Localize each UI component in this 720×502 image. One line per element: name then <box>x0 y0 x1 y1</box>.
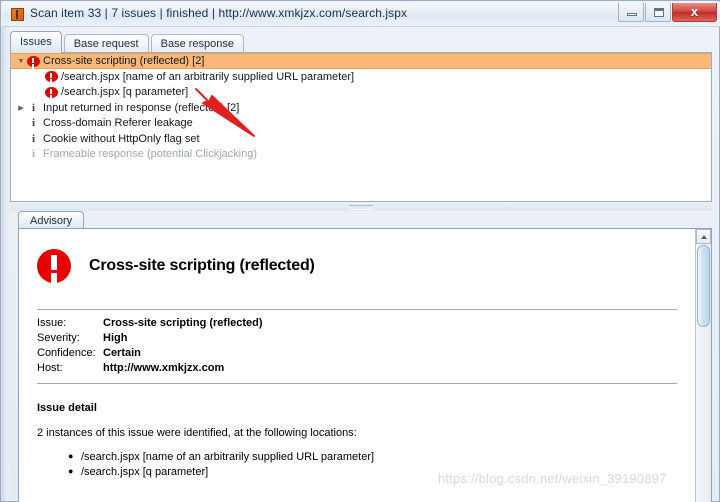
advisory-heading: Cross-site scripting (reflected) <box>89 257 315 274</box>
meta-row-severity: Severity: High <box>37 332 263 347</box>
window-frame: Scan item 33 | 7 issues | finished | htt… <box>0 0 720 502</box>
advisory-meta-table: Issue: Cross-site scripting (reflected) … <box>37 317 263 377</box>
info-icon: i <box>31 101 36 114</box>
meta-key-severity: Severity: <box>37 332 80 344</box>
main-tabstrip: Issues Base request Base response <box>10 31 246 53</box>
tree-spacer-icon: ▶ <box>15 135 27 143</box>
application-window: Scan item 33 | 7 issues | finished | htt… <box>0 0 720 502</box>
meta-row-confidence: Confidence: Certain <box>37 347 263 362</box>
minimize-button[interactable] <box>618 3 644 22</box>
error-icon <box>45 71 58 83</box>
tab-base-response-label: Base response <box>160 38 235 50</box>
tree-row-referer-leakage[interactable]: ▶ i Cross-domain Referer leakage <box>11 116 711 132</box>
tree-row-label: Cookie without HttpOnly flag set <box>43 132 200 145</box>
window-title: Scan item 33 | 7 issues | finished | htt… <box>30 6 408 20</box>
meta-key-host: Host: <box>37 362 63 374</box>
tab-base-response[interactable]: Base response <box>150 34 245 53</box>
tree-spacer-icon: ▶ <box>33 73 45 81</box>
tree-row-label: /search.jspx [q parameter] <box>61 86 189 99</box>
tree-row-label: Input returned in response (reflected) [… <box>43 101 240 114</box>
info-icon: i <box>31 132 36 145</box>
tree-row-xss-instance-2[interactable]: ▶ /search.jspx [q parameter] <box>11 85 711 101</box>
scroll-up-arrow-icon[interactable] <box>696 229 711 244</box>
error-icon-large <box>37 249 71 283</box>
maximize-button[interactable] <box>645 3 671 22</box>
tree-row-input-returned[interactable]: ▶ i Input returned in response (reflecte… <box>11 100 711 116</box>
tree-row-label: /search.jspx [name of an arbitrarily sup… <box>61 70 355 83</box>
window-controls: x <box>617 3 717 22</box>
horizontal-splitter[interactable] <box>10 203 712 211</box>
meta-value-confidence: Certain <box>103 347 141 359</box>
splitter-grip[interactable] <box>349 205 373 210</box>
burp-suite-icon <box>11 8 24 21</box>
close-button[interactable]: x <box>672 3 717 22</box>
advisory-tabstrip: Advisory <box>18 210 85 229</box>
info-icon: i <box>31 117 36 130</box>
issue-locations-list: /search.jspx [name of an arbitrarily sup… <box>19 449 695 480</box>
chevron-down-icon[interactable]: ▼ <box>15 58 27 65</box>
tree-spacer-icon: ▶ <box>15 119 27 127</box>
advisory-divider-top <box>37 309 677 310</box>
meta-value-severity: High <box>103 332 128 344</box>
advisory-content: Cross-site scripting (reflected) Issue: … <box>19 229 695 502</box>
tab-issues-label: Issues <box>20 36 52 48</box>
meta-value-issue: Cross-site scripting (reflected) <box>103 317 263 329</box>
meta-value-host: http://www.xmkjzx.com <box>103 362 225 374</box>
meta-row-issue: Issue: Cross-site scripting (reflected) <box>37 317 263 332</box>
tab-base-request-label: Base request <box>73 38 139 50</box>
tree-row-cookie-httponly[interactable]: ▶ i Cookie without HttpOnly flag set <box>11 131 711 147</box>
tree-row-frameable-response[interactable]: ▶ i Frameable response (potential Clickj… <box>11 147 711 163</box>
meta-key-confidence: Confidence: <box>37 347 96 359</box>
window-left-edge <box>1 27 10 501</box>
issues-tree-panel[interactable]: ▼ Cross-site scripting (reflected) [2] ▶… <box>10 52 712 202</box>
meta-row-host: Host: http://www.xmkjzx.com <box>37 362 263 377</box>
tree-spacer-icon: ▶ <box>33 88 45 96</box>
tree-spacer-icon: ▶ <box>15 150 27 158</box>
advisory-vertical-scrollbar[interactable] <box>695 229 711 502</box>
tab-advisory[interactable]: Advisory <box>18 211 85 229</box>
issue-detail-title: Issue detail <box>37 402 97 414</box>
issues-tree: ▼ Cross-site scripting (reflected) [2] ▶… <box>11 53 711 162</box>
advisory-divider-bottom <box>37 383 677 384</box>
error-icon <box>45 86 58 98</box>
chevron-right-icon[interactable]: ▶ <box>15 104 27 112</box>
advisory-panel: Cross-site scripting (reflected) Issue: … <box>18 228 712 502</box>
list-item: /search.jspx [name of an arbitrarily sup… <box>68 449 695 465</box>
scrollbar-thumb[interactable] <box>697 245 710 327</box>
issue-detail-intro: 2 instances of this issue were identifie… <box>37 427 357 439</box>
tab-advisory-label: Advisory <box>30 215 73 227</box>
tree-row-xss-instance-1[interactable]: ▶ /search.jspx [name of an arbitrarily s… <box>11 69 711 85</box>
close-icon: x <box>690 4 699 19</box>
advisory-header: Cross-site scripting (reflected) <box>19 229 695 283</box>
tab-issues[interactable]: Issues <box>10 31 62 53</box>
tab-base-request[interactable]: Base request <box>63 34 149 53</box>
tree-row-xss-group[interactable]: ▼ Cross-site scripting (reflected) [2] <box>11 53 711 69</box>
error-icon <box>27 55 40 67</box>
list-item: /search.jspx [q parameter] <box>68 464 695 480</box>
tree-row-label: Cross-site scripting (reflected) [2] <box>43 55 205 67</box>
tree-row-label: Cross-domain Referer leakage <box>43 117 193 130</box>
tree-row-label: Frameable response (potential Clickjacki… <box>43 148 257 161</box>
info-icon: i <box>31 148 36 161</box>
title-bar: Scan item 33 | 7 issues | finished | htt… <box>2 2 720 27</box>
meta-key-issue: Issue: <box>37 317 67 329</box>
